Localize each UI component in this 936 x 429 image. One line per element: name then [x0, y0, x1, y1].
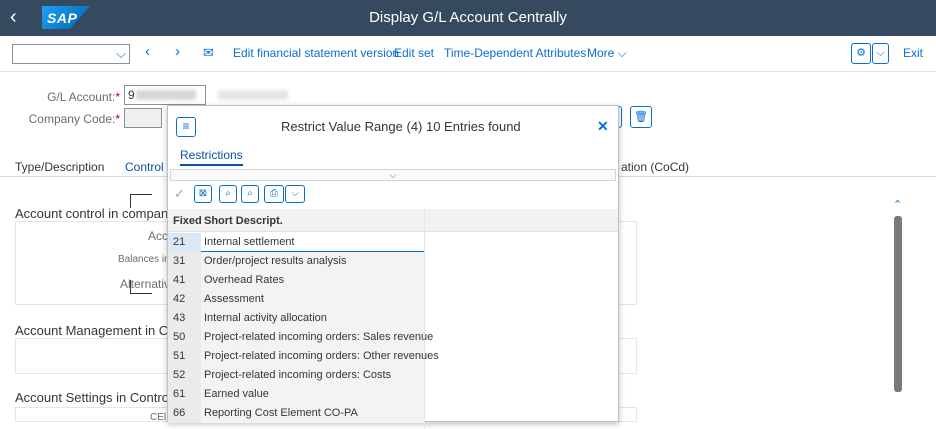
find-icon[interactable]: ⌕	[219, 185, 237, 203]
cell-description: Internal settlement	[201, 233, 424, 252]
acc-label: Acc	[148, 229, 169, 243]
scrollbar-thumb[interactable]	[894, 216, 902, 392]
cell-fixed: 61	[168, 385, 201, 404]
table-row[interactable]: 52 Project-related incoming orders: Costs	[168, 366, 424, 385]
print-dropdown-icon[interactable]: ⌵	[285, 185, 305, 203]
cell-fixed: 21	[168, 233, 201, 252]
cell-fixed: 66	[168, 404, 201, 423]
table-row[interactable]: 42 Assessment	[168, 290, 424, 309]
tab-creation-cocd[interactable]: ation (CoCd)	[621, 160, 689, 174]
cell-fixed: 43	[168, 309, 201, 328]
page-title: Display G/L Account Centrally	[369, 9, 567, 26]
table-row[interactable]: 41 Overhead Rates	[168, 271, 424, 290]
time-dependent-attributes-button[interactable]: Time-Dependent Attributes	[444, 46, 586, 60]
next-icon[interactable]: ›	[175, 43, 180, 60]
check-icon[interactable]: ✓	[174, 186, 185, 202]
cell-description: Project-related incoming orders: Costs	[201, 366, 424, 385]
cell-description: Assessment	[201, 290, 424, 309]
company-code-label: Company Code:*	[28, 112, 120, 126]
cell-fixed: 52	[168, 366, 201, 385]
command-select[interactable]: ⌵	[12, 44, 130, 64]
redacted-value	[136, 90, 196, 100]
cell-description: Overhead Rates	[201, 271, 424, 290]
mail-icon[interactable]: ✉	[203, 45, 214, 61]
value-help-dialog: ≡ Restrict Value Range (4) 10 Entries fo…	[167, 105, 619, 429]
settings-icon[interactable]: ⚙	[851, 43, 871, 64]
column-short-description[interactable]: Short Descript.	[204, 215, 283, 227]
edit-fs-version-button[interactable]: Edit financial statement version	[233, 46, 399, 60]
dialog-header: ≡ Restrict Value Range (4) 10 Entries fo…	[168, 106, 618, 146]
dialog-toolbar: ✓ ⊠ ⌕ ⌕ ⎙ ⌵	[168, 181, 618, 209]
table-row[interactable]: 21 Internal settlement	[168, 233, 424, 252]
gl-account-label: G/L Account:*	[47, 90, 120, 104]
previous-icon[interactable]: ‹	[145, 43, 150, 60]
section-account-control: Account control in company c	[15, 206, 185, 221]
section-account-settings: Account Settings in Controllin	[15, 390, 185, 405]
grid-header: Fixed Short Descript.	[168, 209, 618, 232]
table-row[interactable]: 66 Reporting Cost Element CO-PA	[168, 404, 424, 423]
collapse-toggle-icon[interactable]: ⌵	[170, 169, 616, 181]
chevron-down-icon: ⌵	[116, 46, 126, 61]
table-row[interactable]: 50 Project-related incoming orders: Sales…	[168, 328, 433, 347]
table-row[interactable]: 43 Internal activity allocation	[168, 309, 424, 328]
cell-description: Reporting Cost Element CO-PA	[201, 404, 424, 423]
menu-icon[interactable]: ≡	[176, 117, 196, 137]
scroll-up-icon[interactable]: ⌃	[893, 198, 902, 211]
cell-description: Order/project results analysis	[201, 252, 424, 271]
section-account-management: Account Management in Com	[15, 323, 187, 338]
close-icon[interactable]: ✕	[597, 118, 609, 135]
find-next-icon[interactable]: ⌕	[241, 185, 259, 203]
dialog-title: Restrict Value Range (4) 10 Entries foun…	[281, 119, 521, 134]
annotation-bracket	[130, 194, 152, 208]
cancel-icon[interactable]: ⊠	[194, 185, 212, 203]
tab-type-description[interactable]: Type/Description	[15, 160, 104, 174]
cell-fixed: 31	[168, 252, 201, 271]
toolbar: ⌵ ‹ › ✉ Edit financial statement version…	[0, 36, 936, 72]
table-row[interactable]: 61 Earned value	[168, 385, 424, 404]
delete-icon[interactable]: 🗑	[630, 106, 652, 128]
tab-restrictions[interactable]: Restrictions	[180, 148, 243, 166]
company-code-field[interactable]	[124, 108, 162, 128]
cell-fixed: 50	[168, 328, 201, 347]
cell-fixed: 42	[168, 290, 201, 309]
cell-description: Earned value	[201, 385, 424, 404]
more-button[interactable]: More ⌵	[587, 46, 627, 61]
column-fixed[interactable]: Fixed	[173, 215, 202, 227]
cell-fixed: 51	[168, 347, 201, 366]
cell-fixed: 41	[168, 271, 201, 290]
cell-description: Project-related incoming orders: Sales r…	[201, 328, 433, 347]
edit-set-button[interactable]: Edit set	[394, 46, 434, 60]
exit-button[interactable]: Exit	[903, 46, 923, 60]
cell-description: Internal activity allocation	[201, 309, 424, 328]
print-icon[interactable]: ⎙	[264, 185, 284, 203]
shell-bar: ‹ SAP Display G/L Account Centrally	[0, 0, 936, 36]
grid-separator	[424, 209, 425, 429]
cell-description: Project-related incoming orders: Other r…	[201, 347, 439, 366]
table-row[interactable]: 31 Order/project results analysis	[168, 252, 424, 271]
account-description-redacted	[218, 90, 288, 100]
settings-dropdown-icon[interactable]: ⌵	[872, 43, 889, 64]
annotation-bracket	[130, 280, 152, 294]
table-row[interactable]: 51 Project-related incoming orders: Other…	[168, 347, 439, 366]
